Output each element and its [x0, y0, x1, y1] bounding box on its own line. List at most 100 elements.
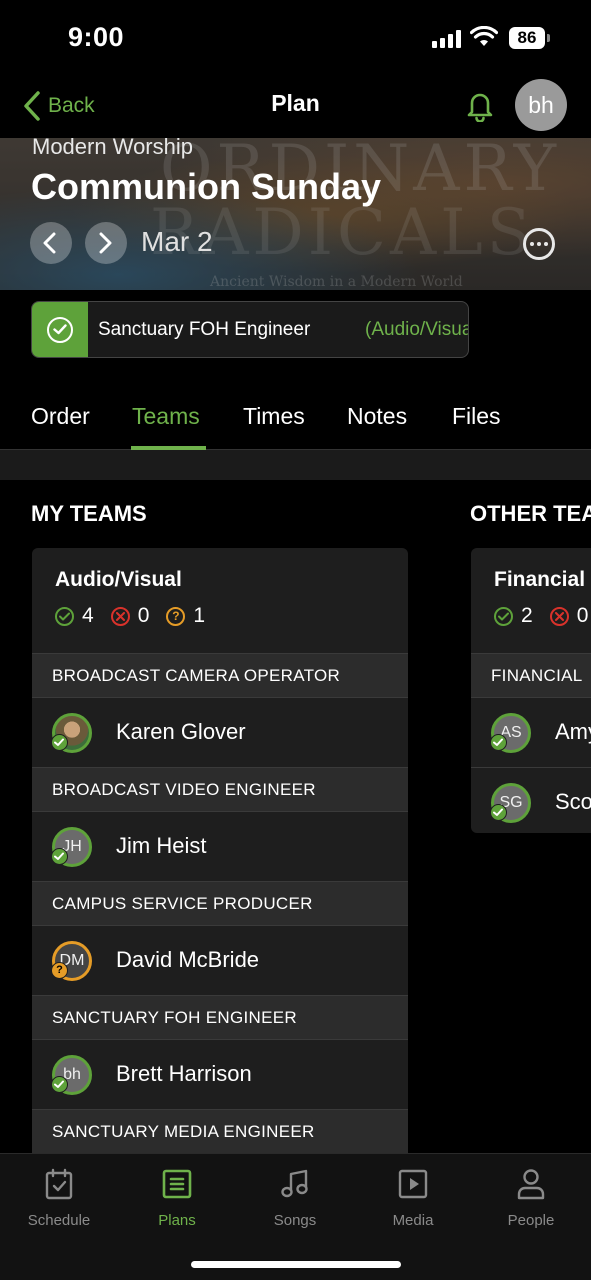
role-header: FINANCIAL — [471, 653, 591, 697]
pending-badge-icon: ? — [51, 962, 68, 979]
section-divider — [0, 450, 591, 480]
avatar[interactable]: bh — [515, 79, 567, 131]
role-header: CAMPUS SERVICE PRODUCER — [32, 881, 408, 925]
pending-count: ? 1 — [166, 604, 205, 628]
list-icon — [162, 1169, 192, 1199]
person-icon — [517, 1169, 545, 1200]
check-circle-icon — [47, 317, 73, 343]
plan-header: ORDINARY RADICALS Ancient Wisdom in a Mo… — [0, 138, 591, 290]
navigation-bar: Back Plan bh — [0, 78, 591, 138]
pending-count-value: 1 — [193, 604, 206, 627]
person-name: Brett Harrison — [116, 1061, 252, 1086]
position-team: (Audio/Visual) — [365, 319, 468, 340]
tab-label: Media — [392, 1212, 434, 1229]
service-type: Modern Worship — [32, 138, 193, 159]
declined-count-value: 0 — [137, 604, 150, 627]
tab-label: People — [507, 1212, 555, 1229]
team-name[interactable]: Financial — [494, 568, 585, 592]
status-time: 9:00 — [68, 22, 125, 52]
confirmed-badge-icon — [51, 848, 68, 865]
battery-icon: 86 — [509, 27, 545, 49]
avatar: JH — [51, 827, 92, 867]
wifi-icon — [470, 26, 498, 46]
person-name: Amy — [555, 719, 591, 744]
tab-plans[interactable]: Plans — [122, 1166, 232, 1229]
tab-notes[interactable]: Notes — [347, 403, 407, 430]
my-position-pill[interactable]: Sanctuary FOH Engineer (Audio/Visual) — [31, 301, 469, 358]
x-circle-icon — [549, 606, 569, 626]
tab-times[interactable]: Times — [243, 403, 305, 430]
team-name[interactable]: Audio/Visual — [55, 568, 182, 592]
team-card-audio-visual: Audio/Visual 4 0 ? 1 BROADCAST CAMERA OP… — [32, 548, 408, 1168]
avatar: bh — [51, 1055, 92, 1095]
next-plan-button[interactable] — [85, 222, 127, 264]
person-name: Sco — [555, 789, 591, 814]
tab-schedule[interactable]: Schedule — [4, 1166, 114, 1229]
tab-label: Schedule — [27, 1212, 91, 1229]
play-square-icon — [398, 1169, 428, 1199]
plan-title: Communion Sunday — [31, 166, 381, 207]
previous-plan-button[interactable] — [30, 222, 72, 264]
plan-date: Mar 2 — [141, 226, 213, 257]
page-title: Plan — [271, 90, 320, 116]
tab-files[interactable]: Files — [452, 403, 501, 430]
tab-order[interactable]: Order — [31, 403, 90, 430]
x-circle-icon — [110, 606, 130, 626]
battery-tip — [547, 34, 550, 42]
chevron-left-icon — [43, 232, 56, 254]
confirmed-badge-icon — [51, 734, 68, 751]
declined-count-value: 0 — [576, 604, 589, 627]
confirmed-badge-icon — [51, 1076, 68, 1093]
position-name: Sanctuary FOH Engineer — [98, 319, 311, 340]
person-name: Jim Heist — [116, 833, 207, 858]
role-header: BROADCAST VIDEO ENGINEER — [32, 767, 408, 811]
bell-icon[interactable] — [465, 90, 495, 122]
role-header: SANCTUARY FOH ENGINEER — [32, 995, 408, 1039]
chevron-right-icon — [99, 232, 112, 254]
avatar: SG — [490, 783, 531, 823]
tab-teams[interactable]: Teams — [132, 403, 200, 430]
status-bar: 9:00 86 — [0, 0, 591, 78]
home-indicator[interactable] — [191, 1261, 401, 1268]
team-status-counts: 4 0 ? 1 — [55, 604, 222, 628]
cellular-signal-icon — [432, 30, 461, 48]
confirmed-count: 4 — [55, 604, 94, 628]
check-circle-icon — [55, 606, 74, 626]
avatar: AS — [490, 713, 531, 753]
music-note-icon — [281, 1169, 308, 1198]
person-row[interactable]: AS Amy — [471, 697, 591, 767]
person-row[interactable]: bh Brett Harrison — [32, 1039, 408, 1109]
role-header: BROADCAST CAMERA OPERATOR — [32, 653, 408, 697]
more-options-icon[interactable] — [523, 228, 555, 260]
tab-songs[interactable]: Songs — [240, 1166, 350, 1229]
other-teams-heading: OTHER TEA — [470, 501, 591, 526]
tab-label: Plans — [158, 1212, 196, 1229]
plan-tabs: Order Teams Times Notes Files — [0, 383, 591, 450]
role-header: SANCTUARY MEDIA ENGINEER — [32, 1109, 408, 1153]
person-row[interactable]: Karen Glover — [32, 697, 408, 767]
declined-count: 0 — [549, 604, 589, 628]
confirmed-count: 2 — [494, 604, 533, 628]
confirmed-badge-icon — [490, 804, 507, 821]
tab-media[interactable]: Media — [358, 1166, 468, 1229]
person-row[interactable]: SG Sco — [471, 767, 591, 833]
avatar — [51, 713, 92, 753]
check-circle-icon — [494, 606, 513, 626]
confirmed-count-value: 2 — [521, 604, 533, 627]
team-status-counts: 2 0 — [494, 604, 591, 628]
tab-label: Songs — [273, 1212, 317, 1229]
confirmed-status — [32, 302, 88, 357]
declined-count: 0 — [110, 604, 150, 628]
confirmed-badge-icon — [490, 734, 507, 751]
calendar-check-icon — [45, 1168, 73, 1200]
question-circle-icon: ? — [166, 606, 186, 626]
person-row[interactable]: JH Jim Heist — [32, 811, 408, 881]
tab-people[interactable]: People — [476, 1166, 586, 1229]
header-overlay — [0, 138, 591, 290]
person-name: Karen Glover — [116, 719, 246, 744]
confirmed-count-value: 4 — [82, 604, 94, 627]
my-teams-heading: MY TEAMS — [31, 501, 147, 526]
person-name: David McBride — [116, 947, 260, 972]
team-card-financial: Financial 2 0 FINANCIAL AS Amy SG Sco — [471, 548, 591, 833]
person-row[interactable]: DM ? David McBride — [32, 925, 408, 995]
